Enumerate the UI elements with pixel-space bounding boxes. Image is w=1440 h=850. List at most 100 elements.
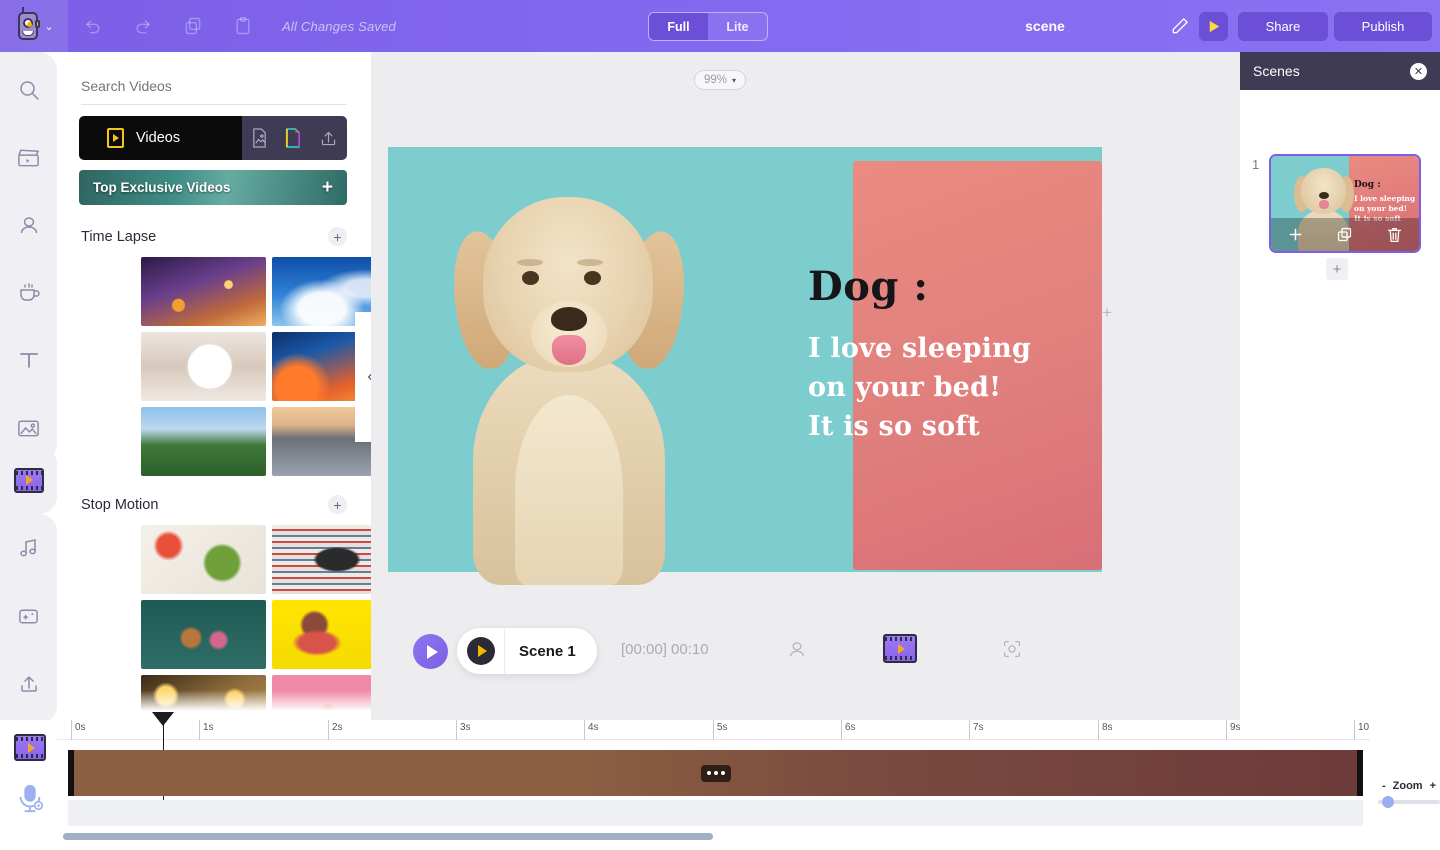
canvas-zoom-selector[interactable]: 99% ▾ xyxy=(694,70,746,90)
section-add-button[interactable]: + xyxy=(328,495,347,514)
zoom-slider[interactable] xyxy=(1378,796,1440,808)
focus-frame-button[interactable] xyxy=(1001,638,1023,665)
clip-trim-handle-left[interactable] xyxy=(68,750,74,796)
canvas-body-text[interactable]: I love sleeping on your bed! It is so so… xyxy=(808,329,1068,446)
save-status-text: All Changes Saved xyxy=(282,18,396,34)
scene-duplicate-button[interactable] xyxy=(1320,218,1370,251)
clip-menu-button[interactable] xyxy=(700,764,731,782)
undo-button[interactable] xyxy=(68,0,118,52)
banner-add-icon[interactable]: + xyxy=(322,177,333,199)
canvas-body-line-1: I love sleeping xyxy=(808,333,1032,364)
timeline-horizontal-scrollbar[interactable] xyxy=(63,833,1370,840)
person-icon xyxy=(789,642,805,657)
text-icon xyxy=(19,353,38,368)
current-scene-pill[interactable]: Scene 1 xyxy=(457,628,597,674)
mode-lite-button[interactable]: Lite xyxy=(708,13,767,40)
tab-graphics[interactable] xyxy=(285,128,302,148)
sidebar-item-search[interactable] xyxy=(0,56,57,124)
tab-images[interactable] xyxy=(251,128,268,148)
canvas-add-marker[interactable]: + xyxy=(1102,303,1112,323)
video-thumbnail[interactable] xyxy=(141,407,266,476)
sidebar-item-music[interactable] xyxy=(0,514,57,582)
play-button[interactable] xyxy=(413,634,448,669)
video-thumbnail[interactable] xyxy=(272,600,371,669)
zoom-label: Zoom xyxy=(1392,780,1423,792)
top-exclusive-videos-banner[interactable]: Top Exclusive Videos + xyxy=(79,170,347,205)
dog-photo-element[interactable] xyxy=(419,159,719,585)
ruler-tick: 0s xyxy=(71,720,86,740)
timeline-ruler[interactable]: 0s 1s 2s 3s 4s 5s 6s 7s 8s 9s 10 xyxy=(57,720,1370,740)
canvas-title-text[interactable]: Dog : xyxy=(808,267,1068,307)
zoom-in-button[interactable]: + xyxy=(1430,780,1436,792)
ruler-tick: 10 xyxy=(1354,720,1369,740)
tab-upload[interactable] xyxy=(319,129,338,148)
edit-title-button[interactable] xyxy=(1170,16,1190,36)
timeline-area: 0s 1s 2s 3s 4s 5s 6s 7s 8s 9s 10 - Zoom xyxy=(0,712,1440,850)
delete-icon xyxy=(1387,227,1401,242)
brand-menu-button[interactable]: ⌄ xyxy=(0,0,68,52)
video-icon xyxy=(13,467,44,493)
scrollbar-thumb[interactable] xyxy=(63,833,713,840)
tab-videos[interactable]: Videos xyxy=(79,116,242,160)
video-thumbnail[interactable] xyxy=(272,525,371,594)
video-thumbnail[interactable] xyxy=(272,675,371,720)
slide-canvas[interactable]: Dog : I love sleeping on your bed! It is… xyxy=(388,147,1102,585)
timeline-clip[interactable] xyxy=(68,750,1363,796)
library-tabs: Videos xyxy=(79,116,347,160)
preview-play-button[interactable] xyxy=(1199,12,1228,41)
sidebar-item-upload[interactable] xyxy=(0,650,57,718)
share-button[interactable]: Share xyxy=(1238,12,1328,41)
effects-icon xyxy=(19,609,38,624)
redo-button[interactable] xyxy=(118,0,168,52)
sidebar-item-character[interactable] xyxy=(0,192,57,260)
project-title: scene xyxy=(1025,18,1065,34)
video-thumbnail[interactable] xyxy=(141,257,266,326)
microphone-icon xyxy=(19,784,44,813)
search-icon xyxy=(19,81,39,100)
zoom-out-button[interactable]: - xyxy=(1382,780,1386,792)
robot-logo-icon xyxy=(14,7,41,42)
publish-button[interactable]: Publish xyxy=(1334,12,1432,41)
zoom-slider-handle[interactable] xyxy=(1382,796,1394,808)
tab-videos-label: Videos xyxy=(136,130,181,146)
section-header-time-lapse: Time Lapse + xyxy=(81,227,347,246)
video-thumbnail[interactable] xyxy=(141,525,266,594)
video-thumbnail[interactable] xyxy=(141,600,266,669)
scene-add-button[interactable] xyxy=(1271,218,1321,251)
sidebar-item-props[interactable] xyxy=(0,258,57,326)
ruler-tick: 7s xyxy=(969,720,984,740)
section-add-button[interactable]: + xyxy=(328,227,347,246)
scene-delete-button[interactable] xyxy=(1369,218,1419,251)
mode-toggle[interactable]: Full Lite xyxy=(648,12,768,41)
sidebar-item-effects[interactable] xyxy=(0,582,57,650)
search-input[interactable] xyxy=(81,74,347,105)
clipboard-button[interactable] xyxy=(218,0,268,52)
clip-trim-handle-right[interactable] xyxy=(1357,750,1363,796)
timeline-audio-track[interactable] xyxy=(68,800,1363,826)
filmstrip-icon xyxy=(883,634,917,663)
timeline-left-rail xyxy=(0,720,57,830)
mode-full-button[interactable]: Full xyxy=(649,13,708,40)
sidebar-item-text[interactable] xyxy=(0,326,57,394)
scenes-panel-header: Scenes ✕ xyxy=(1240,52,1440,90)
canvas-text-group[interactable]: Dog : I love sleeping on your bed! It is… xyxy=(808,267,1068,446)
scene-thumbnail-card[interactable]: Dog : I love sleeping on your bed! It is… xyxy=(1269,154,1421,253)
video-thumbnail[interactable] xyxy=(141,332,266,401)
scene-play-icon[interactable] xyxy=(467,637,495,665)
copy-button[interactable] xyxy=(168,0,218,52)
playback-controls-bar: Scene 1 [00:00] 00:10 xyxy=(371,622,1240,692)
library-tab-icons xyxy=(242,116,347,160)
timeline-video-track-button[interactable] xyxy=(14,734,46,761)
scene-video-button[interactable] xyxy=(883,634,917,663)
ruler-tick: 1s xyxy=(199,720,214,740)
timeline-voiceover-button[interactable] xyxy=(14,782,46,819)
duplicate-icon xyxy=(1338,227,1352,242)
canvas-stage: 99% ▾ Dog : I love sleeping on your bed!… xyxy=(371,52,1240,720)
sidebar-item-clapperboard[interactable] xyxy=(0,124,57,192)
close-scenes-panel-button[interactable]: ✕ xyxy=(1410,62,1427,80)
thumbnail-grid-time-lapse xyxy=(141,257,371,476)
add-scene-button[interactable]: + xyxy=(1326,258,1348,280)
sidebar-item-video[interactable] xyxy=(0,446,57,514)
scene-thumb-line-2: on your bed! xyxy=(1354,203,1407,213)
character-button[interactable] xyxy=(786,638,808,667)
